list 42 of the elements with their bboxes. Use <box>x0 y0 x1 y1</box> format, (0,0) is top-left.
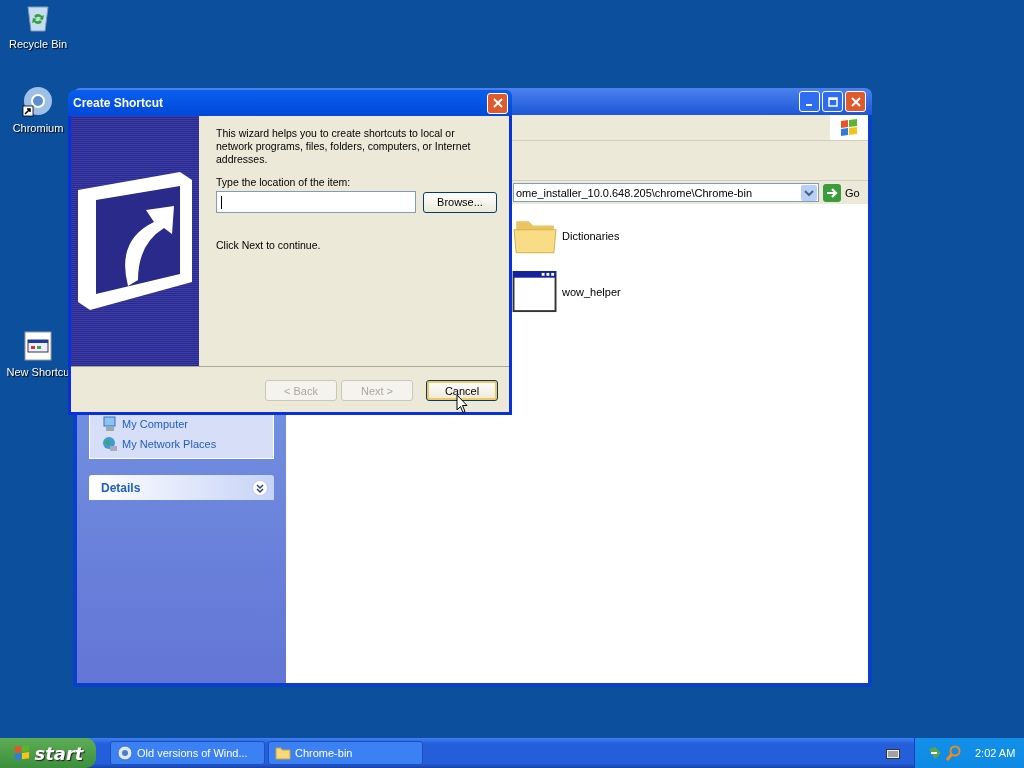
clock: 2:02 AM <box>975 747 1016 759</box>
mouse-pointer-icon <box>456 394 468 414</box>
taskbar-button[interactable]: Old versions of Wind... <box>110 741 265 765</box>
location-field[interactable] <box>216 191 416 213</box>
network-globe-icon <box>102 436 118 452</box>
address-field[interactable]: ome_installer_10.0.648.205\chrome\Chrome-bin <box>513 183 819 202</box>
minimize-button[interactable] <box>799 91 820 112</box>
wizard-button[interactable]: Cancel <box>426 380 498 401</box>
folder-icon <box>275 746 291 760</box>
address-text: ome_installer_10.0.648.205\chrome\Chrome-bin <box>516 186 753 199</box>
field-label: Type the location of the item: <box>216 176 352 188</box>
windows-flag-icon <box>12 745 31 761</box>
hint-text: Click Next to continue. <box>216 239 322 251</box>
chevron-down-icon[interactable] <box>252 479 268 496</box>
close-icon <box>492 98 503 108</box>
go-button[interactable]: Go <box>823 183 860 202</box>
maximize-button[interactable] <box>822 91 843 112</box>
close-button[interactable] <box>845 91 866 112</box>
keyboard-icon[interactable] <box>886 747 900 759</box>
maximize-icon <box>827 96 838 107</box>
place-link[interactable]: My Network Places <box>102 436 273 452</box>
details-title: Details <box>101 480 141 495</box>
place-link[interactable]: My Computer <box>102 416 273 432</box>
intro-text: This wizard helps you to create shortcuts to local or network programs, files, folders, computers, or Internet addresses. <box>216 127 472 166</box>
window-title: Create Shortcut <box>73 96 164 110</box>
desktop-icon-label[interactable]: Recycle Bin <box>8 38 68 50</box>
program-window-icon[interactable] <box>22 330 54 362</box>
text-caret <box>221 195 222 209</box>
browse-button[interactable]: Browse... <box>423 191 497 213</box>
computer-icon <box>102 416 118 432</box>
close-icon <box>850 96 861 107</box>
taskbar-button[interactable]: Chrome-bin <box>268 741 423 765</box>
arrow-right-icon <box>823 183 841 202</box>
desktop-icon-label[interactable]: Chromium <box>12 122 64 134</box>
program-window-icon[interactable] <box>512 271 558 313</box>
details-panel-header[interactable]: Details <box>89 475 274 500</box>
minimize-icon <box>805 104 812 106</box>
globe-icon <box>117 745 133 761</box>
windows-flag-icon <box>839 118 859 137</box>
file-name[interactable]: Dictionaries <box>562 230 620 242</box>
close-button[interactable] <box>487 92 508 114</box>
file-name[interactable]: wow_helper <box>562 286 621 298</box>
